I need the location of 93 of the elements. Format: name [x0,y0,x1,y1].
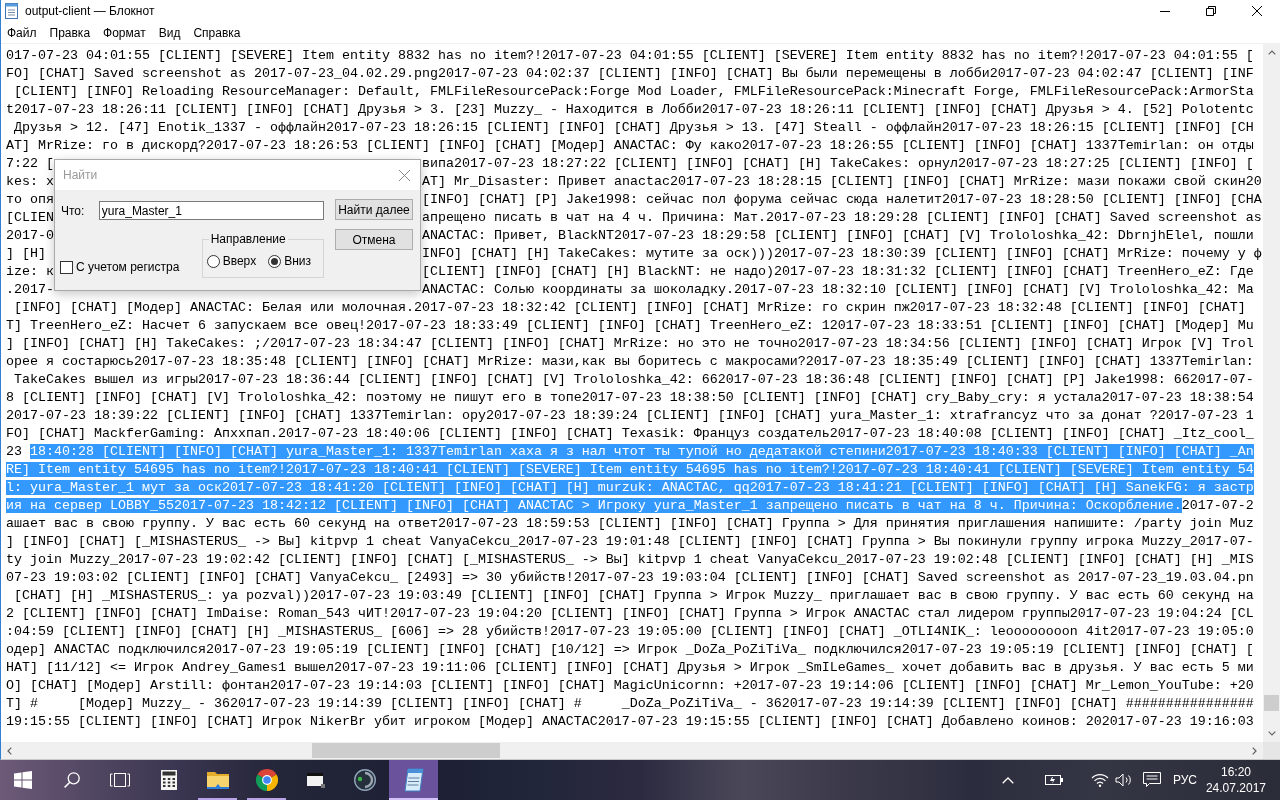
vertical-scrollbar[interactable] [1263,44,1280,742]
log-text: 017-07-23 04:01:55 [CLIENT] [SEVERE] Item entity 8832 has no item?!2017-07-23 04:01:55 [CLIENT] [SEVERE] Item entity 8832 has no item?!2017-07-23 04:01:55 [ [6,48,1254,63]
log-text: 8 [CLIENT] [INFO] [CHAT] [V] Trololoshka_42: поэтому не пишут его в топе2017-07-23 18:38:50 [CLIENT] [INFO] [CHAT] cry_Baby_cry: я устала2017-07-23 18:38:54 [6,390,1254,405]
radio-option[interactable]: Вниз [268,254,311,268]
log-text: 2017-0 [6,227,54,245]
log-text: FO] [CHAT] MackferGaming: Апххпап.2017-07-23 18:40:06 [CLIENT] [INFO] [CHAT] Texasik: Француз создатель2017-07-23 18:40:08 [CLIENT] [INFO] [CHAT] _Itz_cool_ [6,426,1254,441]
log-text: kes: х [6,173,54,191]
selected-log-text: ия на сервер LOBBY_552017-07-23 18:42:12 [CLIENT] [INFO] [CHAT] ANACTAC > Игроку yura_Master_1 запрещено писать в чат на 8 ч. Причина: Оскорбление. [6,498,1182,513]
windows-logo-icon[interactable] [14,771,32,789]
message-icon[interactable] [1142,772,1161,788]
menu-item[interactable]: Вид [152,23,187,42]
log-text: HAT] [11/12] <= Игрок Andrey_Games1 вышел2017-07-23 19:11:06 [CLIENT] [INFO] [CHAT] Друзья > Игрок _SmILeGames_ хочет добавить вас в друзья. У вас есть 5 ми [6,660,1254,675]
log-text: AT] Mr_Disaster: Привет anactac2017-07-23 18:28:15 [CLIENT] [INFO] [CHAT] MrRize: мази покажи свой скин20 [422,173,1262,191]
log-text: ANACTAC: Привет, BlackNT2017-07-23 18:29:58 [CLIENT] [INFO] [CHAT] [V] Trololoshka_42: DbrnjhElel, пошли [422,227,1254,245]
log-text: :04:59 [CLIENT] [INFO] [CHAT] [H] _MISHASTERUS_ [606] => 28 убийств!2017-07-23 19:05:00 [CLIENT] [INFO] [CHAT] _OTLI4NIK_: leoooooooon 4it2017-07-23 19:05:0 [6,624,1254,639]
log-text: випа2017-07-23 18:27:22 [CLIENT] [INFO] [CHAT] [H] TakeCakes: орнул2017-07-23 18:27:25 [CLIENT] [INFO] [ [422,155,1254,173]
log-text: 2017-07-2 [1181,498,1254,513]
log-text: Друзья > 12. [47] Enotik_1337 - оффлайн2017-07-23 18:26:15 [CLIENT] [INFO] [CHAT] Друзья > 13. [47] Steall - оффлайн2017-07-23 18:26:15 [CLIENT] [INFO] [CH [13,120,1254,135]
dialog-title: Найти [63,168,99,182]
field-label: Что: [60,203,86,218]
cancel-button[interactable]: Отмена [335,229,413,250]
log-text: ] [INFO] [CHAT] [_MISHASTERUS_ -> Вы] kitpvp 1 cheat VanyaCekcu_2017-07-23 19:01:48 [CLIENT] [INFO] [CHAT] Группа > Вы покинули группу игрока Muzzy_2017-07- [6,534,1254,549]
log-text: одер] ANACTAC подключился2017-07-23 19:05:19 [CLIENT] [INFO] [CHAT] [10/12] => Игрок _DoZa_PoZiTiVa_ подключился2017-07-23 19:05:19 [CLIENT] [INFO] [CHAT] [ [6,642,1254,657]
log-text: 23 [6,444,23,459]
log-text: 2017-07-23 18:39:22 [CLIENT] [INFO] [CHAT] 1337Temirlan: ору2017-07-23 18:39:24 [CLIENT] [INFO] [CHAT] yura_Master_1: xtrafrancyz что за донат ?2017-07-23 1 [6,408,1254,423]
wifi-icon[interactable] [1090,773,1109,787]
chevron-up-icon[interactable] [1001,776,1014,784]
log-text: [CLIENT] [INFO] Reloading ResourceManager: Default, FMLFileResourcePack:Forge Mod Loader, FMLFileResourcePack:Minecraft Forge, FMLFileResourcePack:ArmorSta [13,84,1254,99]
log-text: ize: к [6,263,54,281]
log-text: ] [INFO] [CHAT] [H] TakeCakes: ;/2017-07-23 18:34:47 [CLIENT] [INFO] [CHAT] MrRize: но это не точно2017-07-23 18:34:56 [CLIENT] [INFO] [CHAT] Игрок [V] Trol [6,336,1254,351]
log-text: ty join Muzzy_2017-07-23 19:02:42 [CLIENT] [INFO] [CHAT] [_MISHASTERUS_ -> Вы] kitpvp 1 cheat VanyaCekcu_2017-07-23 19:02:48 [CLIENT] [INFO] [CHAT] [H] _MIS [6,552,1254,567]
log-text: FO] [CHAT] Saved screenshot as 2017-07-23_04.02.29.png2017-07-23 04:02:37 [CLIENT] [INFO] [CHAT] Вы были перемещены в лобби2017-07-23 04:02:47 [CLIENT] [INF [6,66,1254,81]
clock[interactable]: 16:20 24.07.2017 [1205,764,1266,796]
window-title: output-client — Блокнот [25,4,156,18]
log-text: то опя [6,191,54,209]
window-icon [306,772,325,788]
log-text: t2017-07-23 18:26:11 [CLIENT] [INFO] [CHAT] Друзья > 3. [23] Muzzy_ - Находится в Лобби2017-07-23 18:26:11 [CLIENT] [INFO] [CHAT] Друзья > 4. [52] Polotentc [6,102,1254,117]
log-text: AT] MrRize: го в дискорд?2017-07-23 18:26:53 [CLIENT] [INFO] [CHAT] [Модер] ANACTAC: Фу како2017-07-23 18:26:55 [CLIENT] [INFO] [CHAT] 1337Temirlan: он отды [6,138,1254,153]
log-text: 19:15:55 [CLIENT] [INFO] [CHAT] Игрок NikerBr убит игроком [Модер] ANACTAC2017-07-23 19:15:55 [CLIENT] [INFO] [CHAT] Добавлено коинов: 202017-07-23 19:16:03 [6,714,1254,729]
folder-icon [206,771,229,789]
close-icon [1252,6,1262,16]
notepad-icon [5,3,18,19]
selected-log-text: l: yura_Master_1 мут за оск2017-07-23 18:41:20 [CLIENT] [INFO] [CHAT] [H] murzuk: ANACTAC, qq2017-07-23 18:41:21 [CLIENT] [INFO] [CHAT] [H] SanekFG: я застр [6,480,1254,495]
log-text: [INFO] [CHAT] [Модер] ANACTAC: Белая или молочная.2017-07-23 18:32:42 [CLIENT] [INFO] [CHAT] MrRize: го скрин пж2017-07-23 18:32:48 [CLIENT] [INFO] [CHAT] [13,300,1246,315]
battery-charging-icon[interactable] [1044,773,1065,787]
notepad-icon [403,768,424,792]
log-text: [CHAT] [H] _MISHASTERUS_: ya pozval))2017-07-23 19:03:49 [CLIENT] [INFO] [CHAT] Группа > Игрок Muzzy_ приглашает вас в свою группу. У вас есть 60 секунд на [13,588,1254,603]
group-label: Направление [209,232,287,246]
speaker-icon[interactable] [1114,773,1133,787]
chrome-icon [255,769,278,791]
close-icon [398,169,410,181]
scrollbar-thumb[interactable] [1264,695,1279,711]
menu-item[interactable]: Правка [43,23,97,42]
find-next-button[interactable]: Найти далее [335,199,413,220]
restore-icon [1206,6,1216,16]
menu-item[interactable]: Формат [97,23,152,42]
selected-log-text: 18:40:28 [CLIENT] [INFO] [CHAT] yura_Master_1: 1337Temirlan хаха я з нал чтот ты тупой но дедатакой степини2017-07-23 18:40:33 [CLIENT] [INFO] [CHAT] _An [30,444,1254,459]
log-text: T] # [Модер] Muzzy_ - 362017-07-23 19:14:39 [CLIENT] [INFO] [CHAT] # _DoZa_PoZiTiVa_ - 362017-07-23 19:14:39 [CLIENT] [INFO] [CHAT] ################ [6,696,1254,711]
scroll-right-icon[interactable] [1252,746,1257,755]
log-text: 2 [CLIENT] [INFO] [CHAT] ImDaise: Roman_543 чИТ!2017-07-23 19:04:20 [CLIENT] [INFO] [CHAT] Группа > Игрок ANACTAC стал лидером группы2017-07-23 19:04:24 [CL [6,606,1254,621]
log-text: [CLIENT] [INFO] [CHAT] [H] BlackNT: не надо)2017-07-23 18:31:32 [CLIENT] [INFO] [CHAT] TreenHero_eZ: Где [422,263,1254,281]
menu-item[interactable]: Файл [1,23,43,42]
task-view-icon[interactable] [110,773,130,787]
scroll-left-icon[interactable] [7,746,12,755]
language-indicator[interactable]: РУС [1172,773,1197,787]
log-text: [CLIEN [6,209,54,227]
radio-option[interactable]: Вверх [206,254,257,268]
find-field[interactable]: yura_Master_1 [98,201,324,220]
disc-icon [353,769,376,791]
log-text: ANACTAC: Солью координаты за шоколадку.2017-07-23 18:32:10 [CLIENT] [INFO] [CHAT] [V] Trololoshka_42: Ма [422,281,1254,299]
log-text: O] [CHAT] [Модер] Arstill: фонтан2017-07-23 19:14:03 [CLIENT] [INFO] [CHAT] MagicUnicornn: +2017-07-23 19:14:06 [CLIENT] [INFO] [CHAT] Mr_Lemon_YouTube: +20 [6,678,1254,693]
log-text: ашает вас в свою группу. У вас есть 60 секунд на ответ2017-07-23 18:59:53 [CLIENT] [INFO] [CHAT] Группа > Для принятия приглашения напишите: /party join Muz [6,516,1254,531]
scroll-down-icon[interactable] [1267,731,1276,736]
log-text: T] TreenHero_eZ: Насчет 6 запускаем все овец!2017-07-23 18:33:49 [CLIENT] [INFO] [CHAT] TreenHero_eZ: 12017-07-23 18:33:51 [CLIENT] [INFO] [CHAT] [Модер] Mu [6,318,1254,333]
scroll-up-icon[interactable] [1267,50,1276,55]
calculator-icon [160,770,177,790]
selected-log-text: RE] Item entity 54695 has no item?!2017-07-23 18:40:41 [CLIENT] [SEVERE] Item entity 54695 has no item?!2017-07-23 18:40:41 [CLIENT] [SEVERE] Item entity 54 [6,462,1254,477]
log-text: орее я состарюсь2017-07-23 18:35:48 [CLIENT] [INFO] [CHAT] MrRize: мази,как вы боритесь с макросами?2017-07-23 18:35:49 [CLIENT] [INFO] [CHAT] 1337Temirlan: [6,354,1254,369]
log-text: .2017- [6,281,54,299]
log-text: апрещено писать в чат на 4 ч. Причина: Мат.2017-07-23 18:29:28 [CLIENT] [INFO] [CHAT] Saved screenshot as [422,209,1262,227]
menu-item[interactable]: Справка [187,23,247,42]
scrollbar-thumb[interactable] [312,743,500,758]
minimize-icon [1160,10,1170,12]
log-text: INFO] [CHAT] [H] TakeCakes: мутите за оск)))2017-07-23 18:30:39 [CLIENT] [INFO] [CHAT] MrRize: почему у ф [422,245,1262,263]
search-icon[interactable] [64,772,80,788]
log-text: 07-23 19:03:02 [CLIENT] [INFO] [CHAT] VanyaCekcu_ [2493] => 30 убийств!2017-07-23 19:03:04 [CLIENT] [INFO] [CHAT] Saved screenshot as 2017-07-23_19.03.04.pn [6,570,1254,585]
scrollbar-corner [1263,742,1280,759]
log-text: 7:22 [ [6,155,54,173]
log-text: [INFO] [CHAT] [P] Jake1998: сейчас пол форума сейчас сюда налетит2017-07-23 18:28:50 [CLIENT] [INFO] [CHA [422,191,1262,209]
log-text: ] [H] [6,245,46,263]
checkbox[interactable]: С учетом регистра [60,260,202,274]
log-text: TakeCakes вышел из игры2017-07-23 18:36:44 [CLIENT] [INFO] [CHAT] [V] Trololoshka_42: 662017-07-23 18:36:48 [CLIENT] [INFO] [CHAT] [P] Jake1998: 662017-07- [13,372,1254,387]
horizontal-scrollbar[interactable] [1,742,1263,759]
